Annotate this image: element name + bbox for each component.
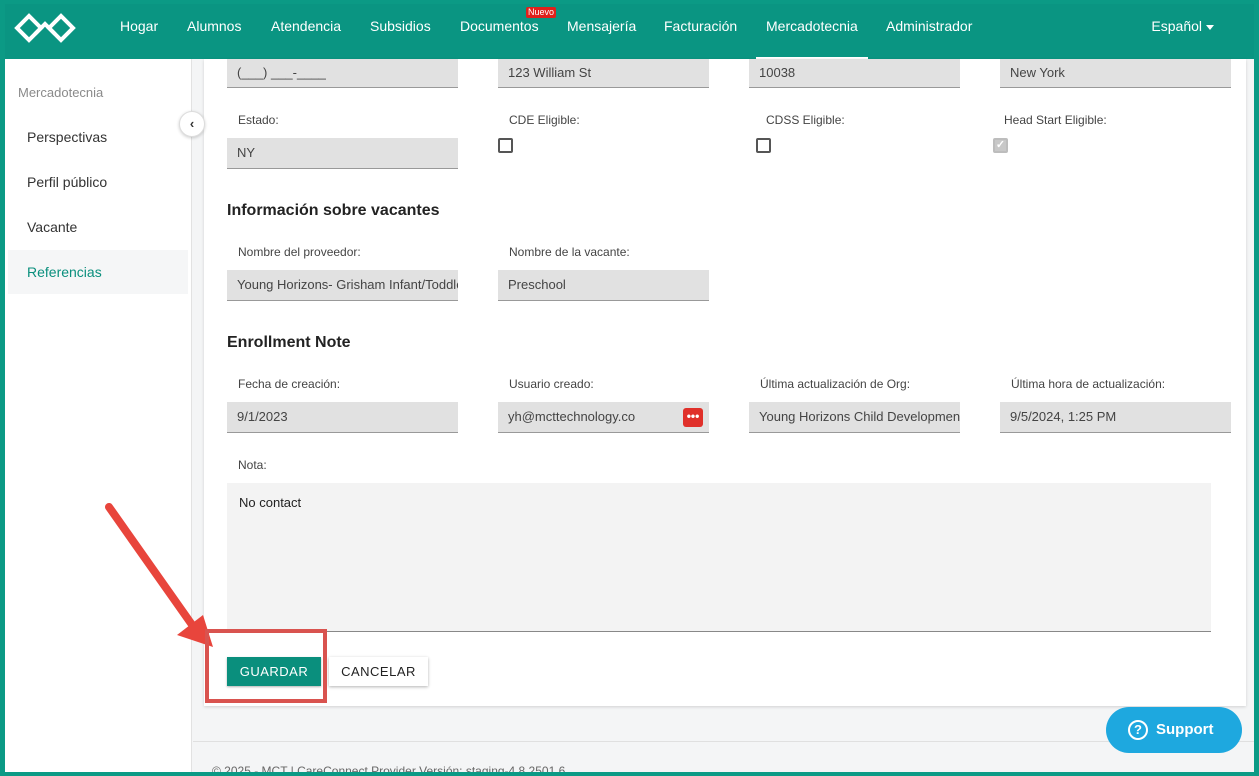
vacancy-section-title: Información sobre vacantes (227, 202, 440, 219)
language-selector[interactable]: Español (1151, 4, 1214, 48)
cdss-eligible-label: CDSS Eligible: (766, 113, 845, 127)
sidebar-item-perspectivas[interactable]: Perspectivas (8, 115, 188, 159)
head-start-eligible-checkbox[interactable]: ✓ (993, 138, 1008, 153)
estado-field[interactable]: NY (227, 138, 458, 169)
language-label: Español (1151, 18, 1202, 34)
save-button-highlight (205, 629, 327, 703)
update-time-field[interactable]: 9/5/2024, 1:25 PM (1000, 402, 1231, 433)
nav-administrador[interactable]: Administrador (886, 4, 972, 59)
nav-mensajeria[interactable]: Mensajería (567, 4, 636, 59)
nav-documentos[interactable]: Documentos Nuevo (460, 4, 557, 59)
nav-facturacion[interactable]: Facturación (664, 4, 737, 59)
vacancy-name-field[interactable]: Preschool (498, 270, 709, 301)
zip-field[interactable]: 10038 (749, 59, 960, 88)
chevron-down-icon (1206, 24, 1214, 30)
annotation-arrow-icon (105, 503, 213, 647)
org-updated-label: Última actualización de Org: (760, 377, 911, 391)
footer-text: © 2025 - MCT | CareConnect Provider Vers… (212, 764, 566, 772)
head-start-eligible-label: Head Start Eligible: (1004, 113, 1107, 127)
provider-name-field[interactable]: Young Horizons- Grisham Infant/Toddler (227, 270, 458, 301)
support-label: Support (1156, 721, 1214, 738)
top-navbar: Hogar Alumnos Atendencia Subsidios Docum… (5, 4, 1254, 59)
address-field[interactable]: 123 William St (498, 59, 709, 88)
nav-atendencia[interactable]: Atendencia (271, 4, 341, 59)
careconnect-logo-icon[interactable] (13, 13, 77, 43)
new-badge: Nuevo (526, 7, 557, 18)
cde-eligible-label: CDE Eligible: (509, 113, 580, 127)
update-time-label: Última hora de actualización: (1011, 377, 1166, 391)
phone-field[interactable]: (___) ___-____ (227, 59, 458, 88)
created-date-label: Fecha de creación: (238, 377, 341, 391)
created-user-label: Usuario creado: (509, 377, 594, 391)
created-user-field[interactable]: yh@mcttechnology.co ••• (498, 402, 709, 433)
cdss-eligible-checkbox[interactable] (756, 138, 771, 153)
org-updated-field[interactable]: Young Horizons Child Development (749, 402, 960, 433)
created-user-value: yh@mcttechnology.co (508, 409, 636, 424)
app-frame: Hogar Alumnos Atendencia Subsidios Docum… (5, 4, 1254, 772)
sidebar-item-vacante[interactable]: Vacante (8, 205, 188, 249)
cancel-button[interactable]: CANCELAR (329, 657, 428, 686)
created-date-field[interactable]: 9/1/2023 (227, 402, 458, 433)
vacancy-name-label: Nombre de la vacante: (509, 245, 630, 259)
cde-eligible-checkbox[interactable] (498, 138, 513, 153)
estado-label: Estado: (238, 113, 279, 127)
collapse-sidebar-button[interactable]: ‹ (179, 111, 205, 137)
footer-divider (193, 741, 1254, 742)
note-label: Nota: (238, 458, 267, 472)
help-icon: ? (1128, 720, 1148, 740)
provider-name-label: Nombre del proveedor: (238, 245, 361, 259)
chevron-left-icon: ‹ (189, 116, 195, 131)
enrollment-note-section-title: Enrollment Note (227, 334, 351, 351)
nav-mercadotecnia[interactable]: Mercadotecnia (756, 4, 868, 59)
password-manager-icon[interactable]: ••• (683, 408, 703, 427)
sidebar-title: Mercadotecnia (18, 85, 104, 100)
referral-form-card: (___) ___-____ 123 William St 10038 New … (204, 59, 1246, 706)
support-button[interactable]: ? Support (1106, 707, 1242, 753)
sidebar-item-perfil-publico[interactable]: Perfil público (8, 160, 188, 204)
nav-documentos-label: Documentos (460, 18, 539, 34)
nav-subsidios[interactable]: Subsidios (370, 4, 431, 59)
nav-alumnos[interactable]: Alumnos (187, 4, 241, 59)
sidebar: Mercadotecnia Perspectivas Perfil públic… (5, 59, 192, 772)
city-field[interactable]: New York (1000, 59, 1231, 88)
note-textarea[interactable]: No contact (227, 483, 1211, 632)
sidebar-item-referencias[interactable]: Referencias (8, 250, 188, 294)
checkmark-icon: ✓ (995, 139, 1006, 151)
nav-hogar[interactable]: Hogar (120, 4, 158, 59)
